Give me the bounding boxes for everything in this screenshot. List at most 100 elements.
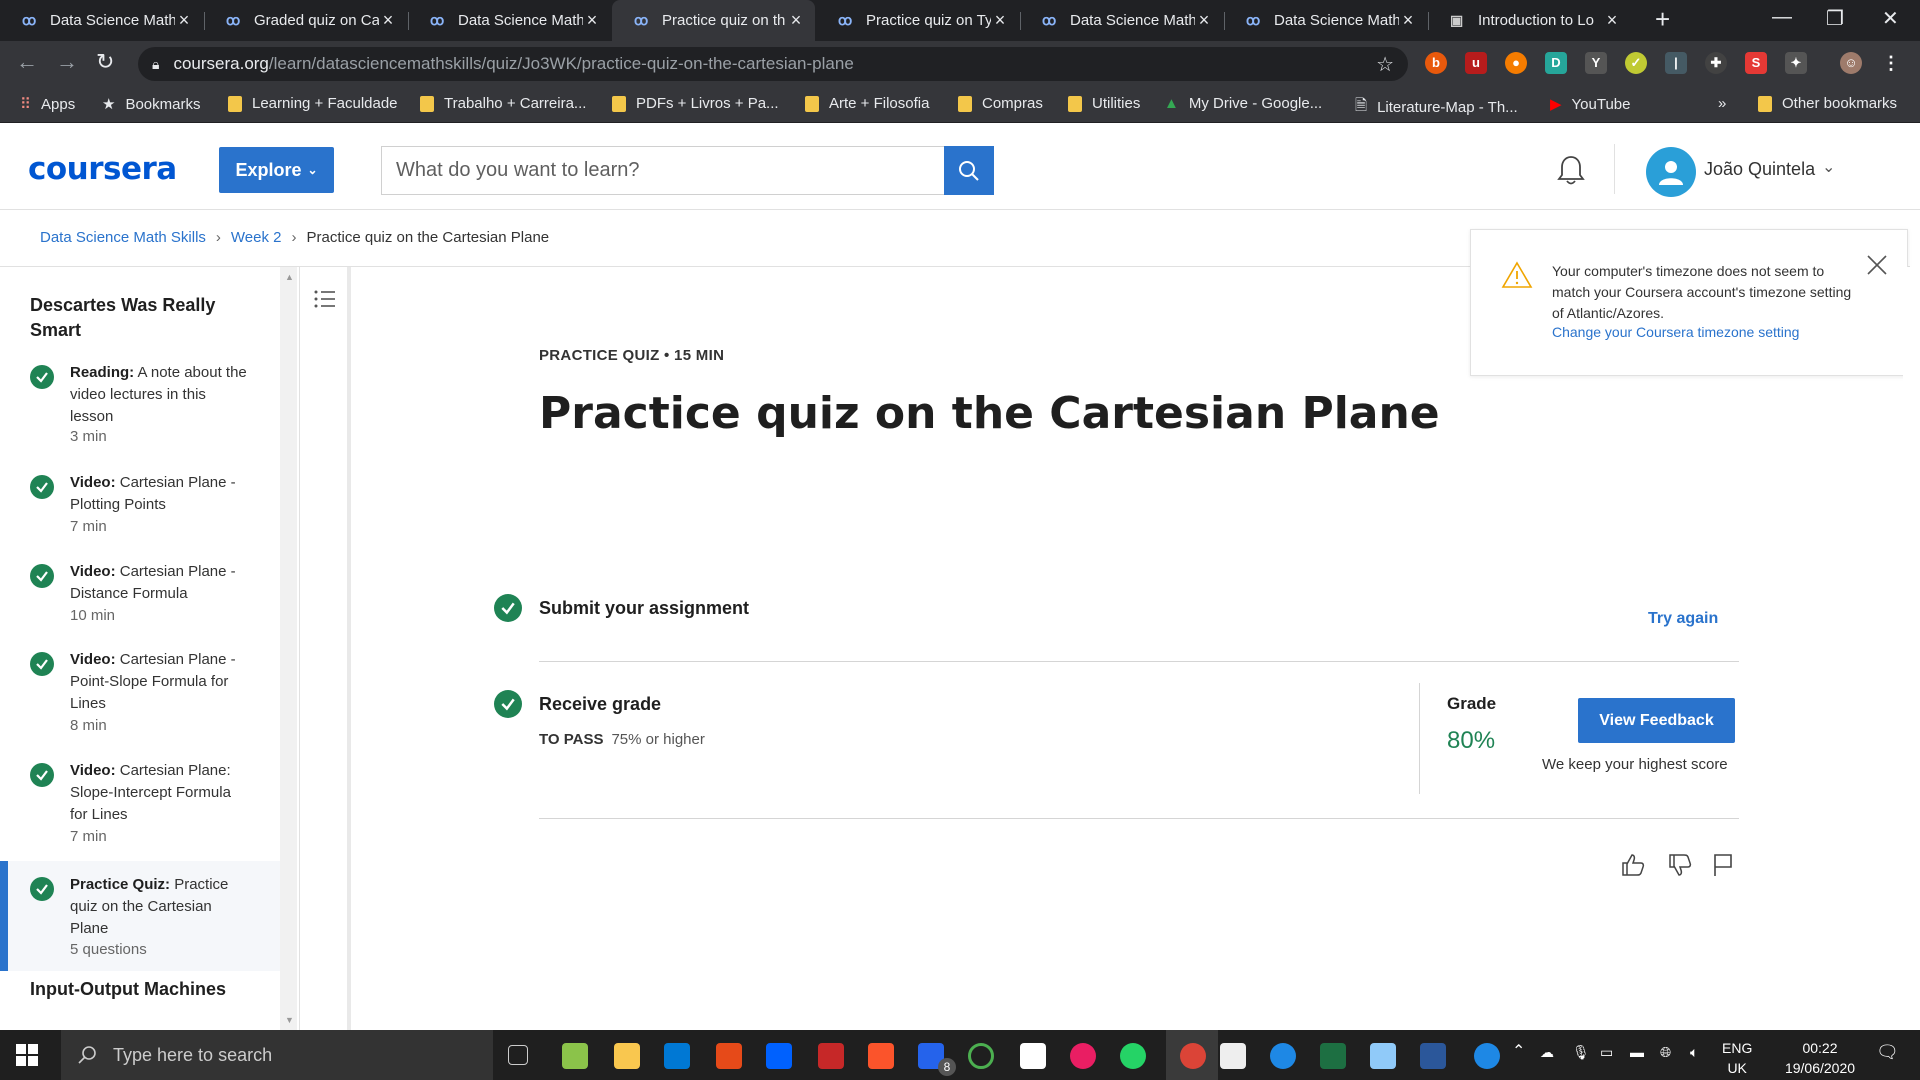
tray-chevron-up-icon[interactable]: ⌃ bbox=[1512, 1042, 1525, 1062]
other-bookmarks[interactable]: Other bookmarks bbox=[1758, 95, 1897, 112]
bookmark-youtube[interactable]: ▶ YouTube bbox=[1550, 95, 1631, 114]
sidebar-scrollbar[interactable] bbox=[280, 267, 297, 1030]
browser-tab[interactable]: ꝏ Data Science Math × bbox=[408, 0, 611, 41]
chevron-down-icon[interactable]: ⌄ bbox=[1822, 157, 1835, 177]
close-tab-icon[interactable]: × bbox=[1399, 10, 1417, 31]
notifications-bell-icon[interactable] bbox=[1556, 154, 1586, 191]
calculator-icon[interactable] bbox=[1220, 1043, 1246, 1069]
username[interactable]: João Quintela bbox=[1704, 159, 1815, 180]
brave-icon[interactable] bbox=[868, 1043, 894, 1069]
extension-icon[interactable]: ✦ bbox=[1785, 52, 1807, 74]
app-icon[interactable] bbox=[818, 1043, 844, 1069]
close-tab-icon[interactable]: × bbox=[787, 10, 805, 31]
sidebar-item[interactable]: Reading: A note about the video lectures… bbox=[0, 362, 280, 452]
taskbar-search-input[interactable]: Type here to search bbox=[61, 1030, 493, 1080]
close-tab-icon[interactable]: × bbox=[175, 10, 193, 31]
clock[interactable]: 00:22 19/06/2020 bbox=[1770, 1038, 1870, 1078]
search-button[interactable] bbox=[944, 146, 994, 195]
volume-icon[interactable]: 🔈︎ bbox=[1690, 1042, 1698, 1062]
browser-tab[interactable]: ꝏ Data Science Math × bbox=[0, 0, 203, 41]
photos-app-icon[interactable] bbox=[562, 1043, 588, 1069]
extension-icon[interactable]: D bbox=[1545, 52, 1567, 74]
close-window-icon[interactable]: ✕ bbox=[1882, 6, 1899, 31]
browser-tab[interactable]: ▣ Introduction to Lo × bbox=[1428, 0, 1631, 41]
bookmark-folder[interactable]: PDFs + Livros + Pa... bbox=[612, 95, 779, 112]
close-tab-icon[interactable]: × bbox=[1195, 10, 1213, 31]
close-tab-icon[interactable]: × bbox=[583, 10, 601, 31]
thumbs-down-icon[interactable] bbox=[1667, 852, 1693, 883]
address-bar[interactable]: 🔒︎ coursera.org/learn/datasciencemathski… bbox=[138, 47, 1408, 81]
try-again-link[interactable]: Try again bbox=[1648, 610, 1718, 628]
browser-tab[interactable]: ꝏ Data Science Math × bbox=[1020, 0, 1223, 41]
close-icon[interactable] bbox=[1865, 253, 1889, 282]
app-icon[interactable] bbox=[1370, 1043, 1396, 1069]
next-lesson-title[interactable]: Input-Output Machines bbox=[30, 979, 226, 1000]
page-scrollbar[interactable] bbox=[1903, 267, 1920, 1030]
browser-tab-active[interactable]: ꝏ Practice quiz on th × bbox=[612, 0, 815, 41]
dropbox-icon[interactable] bbox=[766, 1043, 792, 1069]
back-icon[interactable]: ← bbox=[16, 49, 38, 75]
bookmark-folder[interactable]: Trabalho + Carreira... bbox=[420, 95, 586, 112]
sidebar-item[interactable]: Video: Cartesian Plane - Plotting Points… bbox=[0, 472, 280, 542]
thumbs-up-icon[interactable] bbox=[1620, 852, 1646, 883]
search-input[interactable]: What do you want to learn? bbox=[381, 146, 945, 195]
minimize-icon[interactable]: — bbox=[1772, 6, 1792, 29]
sidebar-item[interactable]: Video: Cartesian Plane - Point-Slope For… bbox=[0, 649, 280, 739]
breadcrumb-course-link[interactable]: Data Science Math Skills bbox=[40, 229, 206, 246]
app-icon[interactable] bbox=[968, 1043, 994, 1069]
view-feedback-button[interactable]: View Feedback bbox=[1578, 698, 1735, 743]
forward-icon[interactable]: → bbox=[56, 49, 78, 75]
whatsapp-icon[interactable] bbox=[1120, 1043, 1146, 1069]
bookmark-drive[interactable]: ▲ My Drive - Google... bbox=[1164, 95, 1322, 112]
user-avatar[interactable] bbox=[1646, 147, 1696, 197]
bookmark-folder[interactable]: Learning + Faculdade bbox=[228, 95, 398, 112]
word-icon[interactable] bbox=[1420, 1043, 1446, 1069]
help-icon[interactable] bbox=[1474, 1043, 1500, 1069]
scroll-down-icon[interactable]: ▼ bbox=[285, 1015, 294, 1025]
task-view-icon[interactable] bbox=[508, 1045, 528, 1065]
change-timezone-link[interactable]: Change your Coursera timezone setting bbox=[1552, 324, 1799, 340]
bookmark-folder[interactable]: Arte + Filosofia bbox=[805, 95, 929, 112]
menu-dots-icon[interactable]: ⋮ bbox=[1880, 52, 1902, 74]
browser-tab[interactable]: ꝏ Data Science Math × bbox=[1224, 0, 1427, 41]
network-icon[interactable]: 🌐︎ bbox=[1660, 1042, 1671, 1062]
explore-button[interactable]: Explore ⌄ bbox=[219, 147, 334, 193]
extension-icon[interactable]: ● bbox=[1505, 52, 1527, 74]
extension-icon[interactable]: ✚ bbox=[1705, 52, 1727, 74]
display-icon[interactable]: ▭ bbox=[1600, 1042, 1613, 1062]
close-tab-icon[interactable]: × bbox=[1603, 10, 1621, 31]
excel-icon[interactable] bbox=[1320, 1043, 1346, 1069]
mail-icon[interactable] bbox=[664, 1043, 690, 1069]
sidebar-item-active[interactable]: Practice Quiz: Practice quiz on the Cart… bbox=[0, 861, 280, 971]
extension-icon[interactable]: Y bbox=[1585, 52, 1607, 74]
ublock-extension-icon[interactable]: u bbox=[1465, 52, 1487, 74]
slack-icon[interactable] bbox=[1070, 1043, 1096, 1069]
profile-avatar-icon[interactable]: ☺ bbox=[1840, 52, 1862, 74]
browser-tab[interactable]: ꝏ Practice quiz on Ty × bbox=[816, 0, 1019, 41]
extension-icon[interactable]: | bbox=[1665, 52, 1687, 74]
language-indicator[interactable]: ENG UK bbox=[1722, 1038, 1752, 1078]
bookmarks-overflow[interactable]: » bbox=[1718, 95, 1726, 112]
scroll-up-icon[interactable]: ▲ bbox=[285, 272, 294, 282]
reload-icon[interactable]: ↻ bbox=[96, 49, 114, 75]
microphone-icon[interactable]: 🎙︎ bbox=[1572, 1042, 1590, 1062]
app-icon[interactable] bbox=[1270, 1043, 1296, 1069]
action-center-icon[interactable]: 🗨︎ bbox=[1876, 1042, 1899, 1062]
breadcrumb-week-link[interactable]: Week 2 bbox=[231, 229, 282, 246]
bookmark-folder[interactable]: Compras bbox=[958, 95, 1043, 112]
bookmark-star-icon[interactable]: ☆ bbox=[1376, 52, 1394, 77]
flag-icon[interactable] bbox=[1711, 852, 1735, 883]
restore-icon[interactable]: ❐ bbox=[1826, 6, 1844, 31]
sidebar-item[interactable]: Video: Cartesian Plane - Distance Formul… bbox=[0, 561, 280, 631]
browser-tab[interactable]: ꝏ Graded quiz on Ca × bbox=[204, 0, 407, 41]
bookmark-bookmarks[interactable]: ★ Bookmarks bbox=[102, 95, 200, 114]
close-tab-icon[interactable]: × bbox=[379, 10, 397, 31]
chrome-icon[interactable] bbox=[1180, 1043, 1206, 1069]
extension-icon[interactable]: ✓ bbox=[1625, 52, 1647, 74]
bookmark-folder[interactable]: Utilities bbox=[1068, 95, 1140, 112]
onedrive-icon[interactable]: ☁ bbox=[1540, 1042, 1554, 1062]
list-outline-icon[interactable] bbox=[313, 287, 337, 316]
bookmark-apps[interactable]: ⠿ Apps bbox=[20, 95, 75, 114]
new-tab-icon[interactable]: + bbox=[1655, 4, 1670, 35]
file-explorer-icon[interactable] bbox=[614, 1043, 640, 1069]
